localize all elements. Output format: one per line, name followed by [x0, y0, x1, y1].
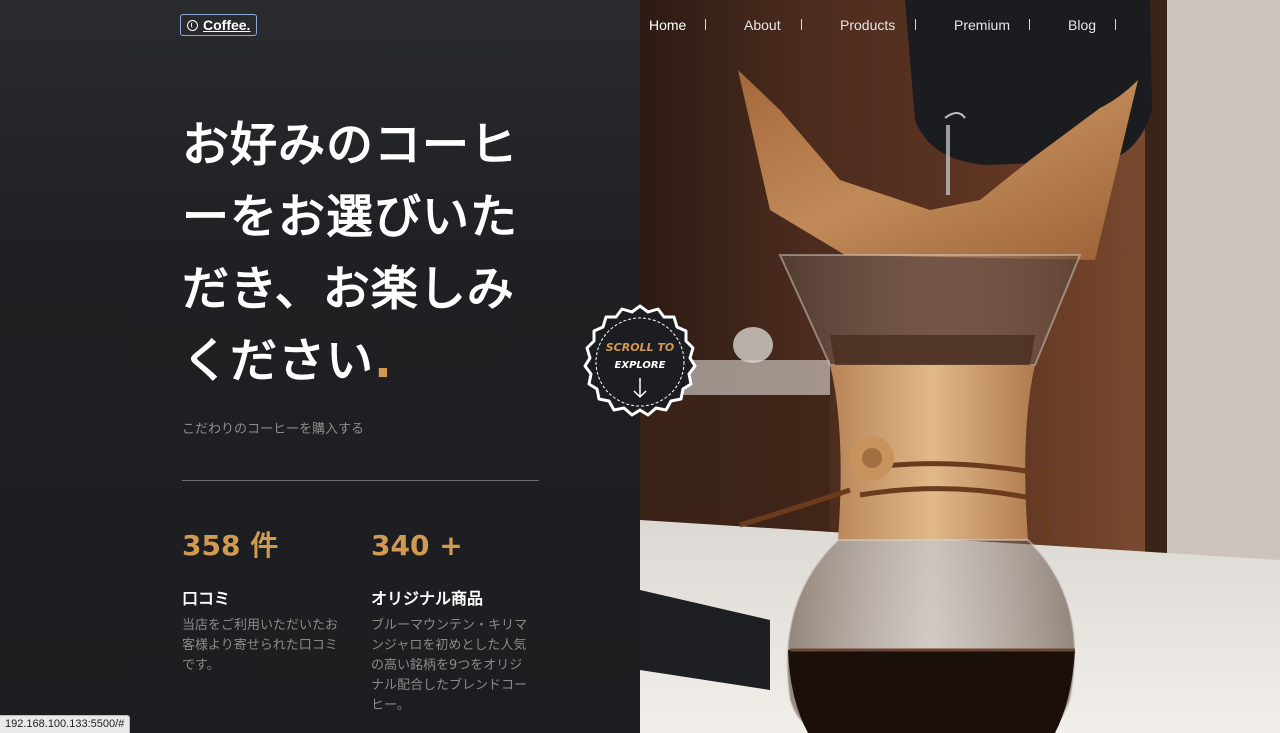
scroll-to-explore-button[interactable]: SCROLL TO EXPLORE	[582, 304, 698, 420]
nav-separator	[1029, 19, 1030, 30]
nav-item-premium[interactable]: Premium	[954, 17, 1010, 33]
divider	[182, 480, 539, 481]
nav-item-products[interactable]: Products	[840, 17, 895, 33]
hero-left-panel: Coffee. お好みのコーヒーをお選びいただき、お楽しみください. こだわりの…	[0, 0, 640, 733]
coffee-bean-icon	[187, 19, 198, 31]
nav-item-home[interactable]: Home	[649, 17, 686, 33]
scroll-badge-line1: SCROLL TO	[606, 341, 675, 354]
stat-description: 当店をご利用いただいたお客様より寄せられた口コミです。	[182, 618, 339, 673]
status-bar-url: 192.168.100.133:5500/#	[0, 715, 131, 733]
stat-value: 340 +	[371, 529, 463, 562]
scroll-badge-line2: EXPLORE	[615, 360, 666, 371]
main-nav: Home About Products Premium Blog	[640, 0, 1280, 52]
nav-item-about[interactable]: About	[744, 17, 781, 33]
stat-value: 358 件	[182, 529, 279, 562]
nav-separator	[1115, 19, 1116, 30]
stat-products: 340 + オリジナル商品 ブルーマウンテン・キリマンジャロを初めとした人気の高…	[371, 528, 546, 716]
nav-item-blog[interactable]: Blog	[1068, 17, 1096, 33]
nav-separator	[801, 19, 802, 30]
stat-label: オリジナル商品	[371, 589, 484, 608]
scroll-badge-graphic: SCROLL TO EXPLORE	[583, 304, 697, 417]
hero-title-dot: .	[374, 334, 393, 389]
logo-text: Coffee.	[203, 17, 251, 33]
nav-separator	[915, 19, 916, 30]
hero-title: お好みのコーヒーをお選びいただき、お楽しみください.	[182, 110, 552, 398]
hero-subtitle-link[interactable]: こだわりのコーヒーを購入する	[182, 418, 364, 437]
hero-image	[640, 0, 1280, 733]
logo-link[interactable]: Coffee.	[180, 14, 258, 36]
coffee-photo-illustration	[640, 0, 1280, 733]
stat-label: 口コミ	[182, 589, 231, 608]
stat-description: ブルーマウンテン・キリマンジャロを初めとした人気の高い銘柄を9つをオリジナル配合…	[371, 618, 528, 713]
nav-separator	[705, 19, 706, 30]
stat-reviews: 358 件 口コミ 当店をご利用いただいたお客様より寄せられた口コミです。	[182, 528, 357, 676]
page: Coffee. お好みのコーヒーをお選びいただき、お楽しみください. こだわりの…	[0, 0, 1280, 733]
hero-title-text: お好みのコーヒーをお選びいただき、お楽しみください	[182, 118, 518, 389]
